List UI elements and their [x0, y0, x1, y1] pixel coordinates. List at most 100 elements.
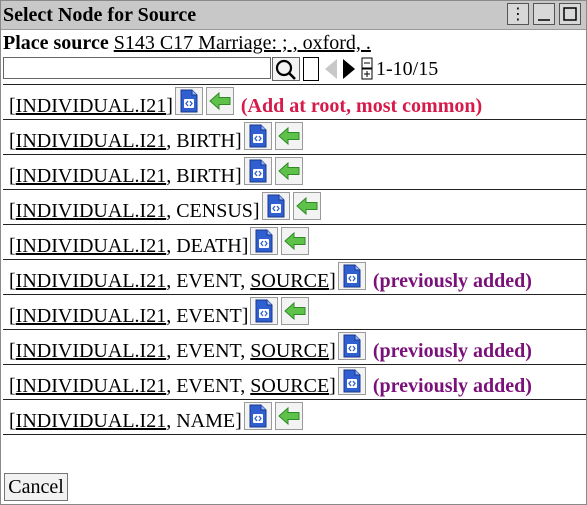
- previously-added-badge: (previously added): [372, 375, 532, 397]
- view-node-button[interactable]: [261, 192, 290, 220]
- individual-link[interactable]: INDIVIDUAL.I21: [16, 130, 167, 152]
- node-suffix: , DEATH: [166, 235, 242, 257]
- view-node-button[interactable]: [243, 122, 272, 150]
- menu-button[interactable]: ⋮: [507, 3, 529, 25]
- bracket-open: [: [9, 410, 16, 432]
- bracket-close: ]: [235, 130, 242, 152]
- row-actions: [337, 262, 369, 290]
- individual-link[interactable]: INDIVIDUAL.I21: [16, 270, 167, 292]
- view-node-button[interactable]: [337, 367, 366, 395]
- previously-added-badge: (previously added): [372, 340, 532, 362]
- magnifier-icon: [275, 59, 296, 80]
- source-link[interactable]: SOURCE: [250, 375, 329, 397]
- page-range: 1-10/15: [376, 58, 439, 80]
- cancel-button[interactable]: Cancel: [4, 473, 68, 501]
- source-link[interactable]: SOURCE: [250, 270, 329, 292]
- view-node-button[interactable]: [337, 332, 366, 360]
- node-path: [INDIVIDUAL.I21, DEATH]: [9, 227, 312, 262]
- individual-link[interactable]: INDIVIDUAL.I21: [16, 200, 167, 222]
- view-node-button[interactable]: [250, 227, 279, 255]
- prev-page-button[interactable]: [323, 57, 339, 81]
- individual-link[interactable]: INDIVIDUAL.I21: [16, 410, 167, 432]
- list-item: [INDIVIDUAL.I21, EVENT, SOURCE] (previou…: [3, 329, 586, 364]
- individual-link[interactable]: INDIVIDUAL.I21: [16, 375, 167, 397]
- page-size-toggle[interactable]: [303, 57, 319, 81]
- green-left-arrow-icon: [284, 301, 306, 321]
- bracket-close: ]: [235, 410, 242, 432]
- add-source-button[interactable]: [281, 297, 310, 325]
- minimize-icon: [538, 19, 550, 21]
- individual-link[interactable]: INDIVIDUAL.I21: [16, 165, 167, 187]
- search-input[interactable]: [3, 57, 271, 79]
- list-item: [INDIVIDUAL.I21, BIRTH]: [3, 154, 586, 189]
- individual-link[interactable]: INDIVIDUAL.I21: [16, 95, 167, 117]
- individual-link[interactable]: INDIVIDUAL.I21: [16, 340, 167, 362]
- node-path: [INDIVIDUAL.I21] (Add at root, most comm…: [9, 87, 482, 122]
- bracket-close: ]: [329, 375, 336, 397]
- row-actions: [261, 192, 324, 220]
- triangle-left-icon: [325, 59, 337, 79]
- place-source-link[interactable]: S143 C17 Marriage: ; , oxford, .: [114, 32, 371, 54]
- list-item: [INDIVIDUAL.I21, EVENT, SOURCE] (previou…: [3, 364, 586, 399]
- node-list: [INDIVIDUAL.I21] (Add at root, most comm…: [3, 84, 586, 435]
- node-path: [INDIVIDUAL.I21, BIRTH]: [9, 157, 306, 192]
- source-link[interactable]: SOURCE: [250, 340, 329, 362]
- green-left-arrow-icon: [277, 161, 300, 181]
- green-left-arrow-icon: [278, 406, 300, 426]
- bracket-open: [: [9, 235, 16, 257]
- green-left-arrow-icon: [277, 126, 300, 146]
- bracket-open: [: [9, 130, 16, 152]
- code-document-icon: [249, 404, 267, 428]
- row-actions: [243, 122, 306, 150]
- bracket-close: ]: [329, 340, 336, 362]
- row-actions: [250, 297, 312, 325]
- minimize-button[interactable]: [533, 3, 555, 25]
- page-stepper[interactable]: [361, 57, 374, 81]
- view-node-button[interactable]: [174, 87, 203, 115]
- bracket-open: [: [9, 200, 16, 222]
- node-path: [INDIVIDUAL.I21, BIRTH]: [9, 122, 306, 157]
- search-button[interactable]: [272, 57, 300, 81]
- add-source-button[interactable]: [274, 402, 303, 430]
- bracket-close: ]: [329, 270, 336, 292]
- node-suffix: , BIRTH: [166, 165, 236, 187]
- node-suffix: , EVENT,: [166, 375, 251, 397]
- place-source-label: Place source: [3, 32, 109, 54]
- code-document-icon: [180, 89, 198, 113]
- add-source-button[interactable]: [274, 157, 303, 185]
- list-item: [INDIVIDUAL.I21, EVENT]: [3, 294, 586, 329]
- bracket-open: [: [9, 270, 16, 292]
- list-item: [INDIVIDUAL.I21, DEATH]: [3, 224, 586, 259]
- code-document-icon: [255, 299, 273, 323]
- row-actions: [243, 402, 306, 430]
- node-path: [INDIVIDUAL.I21, NAME]: [9, 402, 306, 437]
- row-actions: [337, 367, 369, 395]
- node-suffix: , BIRTH: [166, 130, 236, 152]
- bracket-close: ]: [241, 305, 249, 327]
- view-node-button[interactable]: [337, 262, 366, 290]
- add-source-button[interactable]: [205, 87, 234, 115]
- previously-added-badge: (previously added): [372, 270, 532, 292]
- green-left-arrow-icon: [209, 91, 231, 111]
- view-node-button[interactable]: [243, 402, 272, 430]
- view-node-button[interactable]: [243, 157, 272, 185]
- add-source-button[interactable]: [281, 227, 310, 255]
- title-bar[interactable]: Select Node for Source ⋮: [1, 1, 586, 30]
- add-source-button[interactable]: [274, 122, 303, 150]
- view-node-button[interactable]: [250, 297, 279, 325]
- maximize-button[interactable]: [559, 3, 581, 25]
- node-path: [INDIVIDUAL.I21, EVENT]: [9, 297, 312, 332]
- individual-link[interactable]: INDIVIDUAL.I21: [16, 235, 167, 257]
- node-suffix: , EVENT: [166, 305, 242, 327]
- code-document-icon: [249, 124, 267, 148]
- individual-link[interactable]: INDIVIDUAL.I21: [16, 305, 167, 327]
- code-document-icon: [249, 159, 267, 183]
- next-page-button[interactable]: [341, 57, 357, 81]
- bracket-open: [: [9, 375, 16, 397]
- dialog-title: Select Node for Source: [3, 4, 197, 26]
- node-path: [INDIVIDUAL.I21, EVENT, SOURCE] (previou…: [9, 367, 532, 402]
- add-source-button[interactable]: [292, 192, 321, 220]
- row-actions: [250, 227, 312, 255]
- node-suffix: , EVENT,: [166, 340, 251, 362]
- place-source-line: Place source S143 C17 Marriage: ; , oxfo…: [3, 31, 371, 55]
